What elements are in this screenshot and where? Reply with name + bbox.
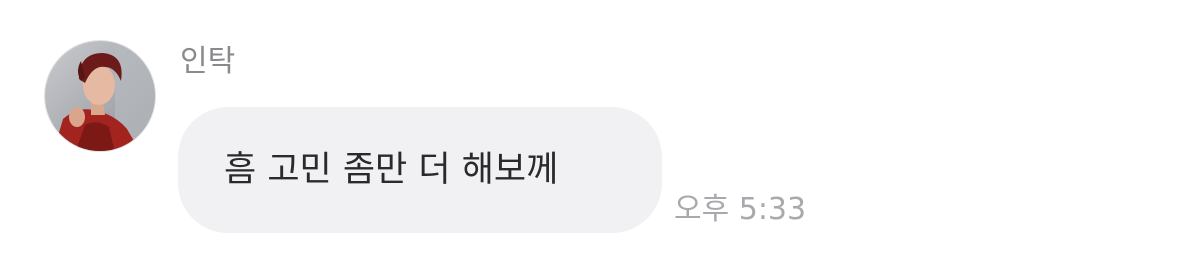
profile-photo-icon xyxy=(45,41,155,151)
sender-name: 인탁 xyxy=(180,44,236,79)
message-text: 흠 고민 좀만 더 해보께 xyxy=(224,150,559,190)
message-timestamp: 오후 5:33 xyxy=(674,192,807,227)
message-bubble[interactable]: 흠 고민 좀만 더 해보께 xyxy=(178,107,662,233)
avatar[interactable] xyxy=(44,40,156,152)
